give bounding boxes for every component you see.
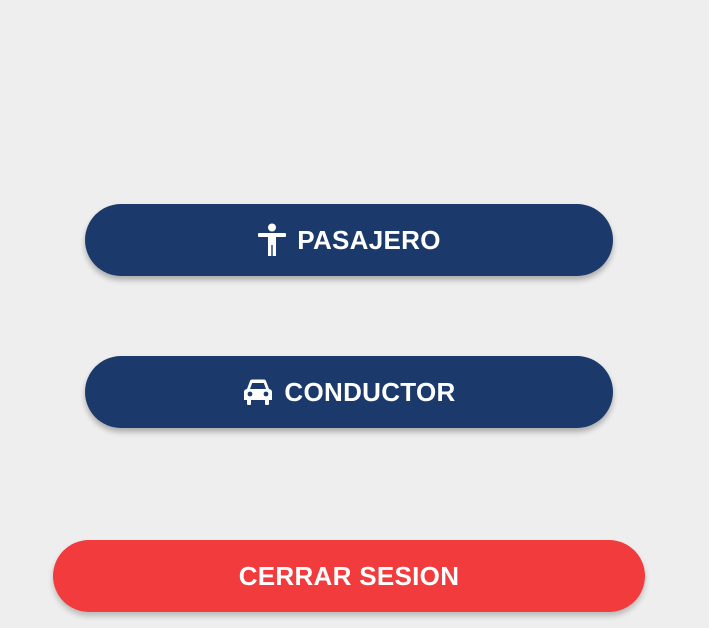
logout-button-label: CERRAR SESION (238, 560, 460, 591)
accessibility-person-icon (257, 223, 287, 257)
app-title: AVENTON (40, 0, 670, 12)
driver-button-label: CONDUCTOR (284, 376, 456, 407)
logout-button[interactable]: CERRAR SESION (53, 540, 645, 612)
passenger-button[interactable]: PASAJERO (85, 204, 613, 276)
passenger-button-label: PASAJERO (297, 224, 441, 255)
car-icon (242, 378, 274, 406)
driver-button[interactable]: CONDUCTOR (85, 356, 613, 428)
